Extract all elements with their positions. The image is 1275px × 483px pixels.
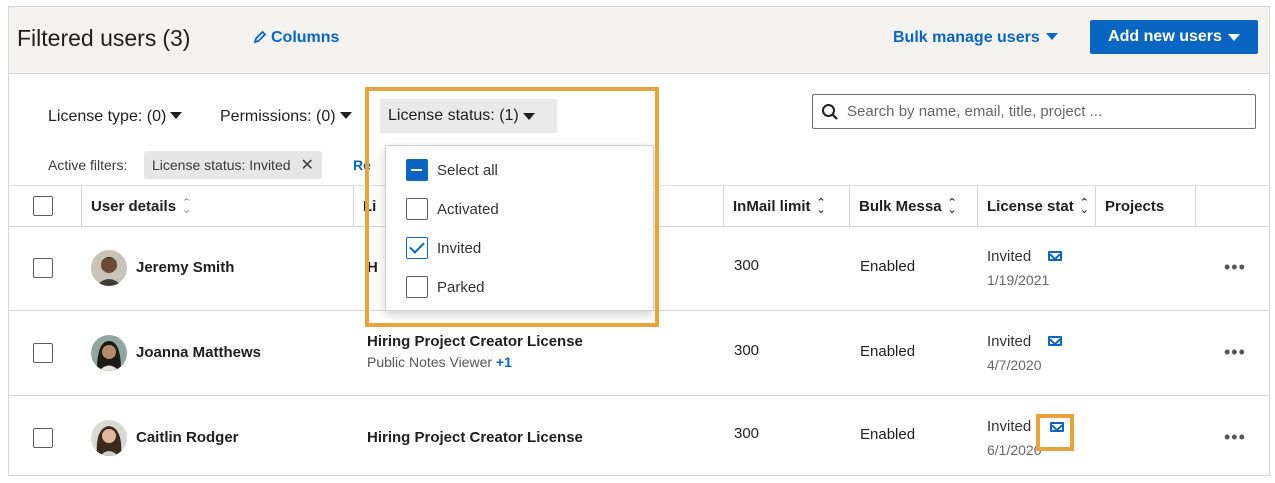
column-inmail-label: InMail limit [733, 198, 811, 215]
caret-down-icon [1227, 33, 1240, 41]
page-header: Filtered users (3) Columns Bulk manage us… [9, 7, 1269, 74]
license-type-label: License type: [48, 108, 143, 125]
license-status-dropdown: Select all Activated Invited Parked [385, 145, 654, 311]
more-options-icon[interactable]: ••• [1224, 342, 1246, 363]
search-box[interactable] [812, 94, 1256, 129]
option-label: Activated [437, 200, 499, 218]
column-bulk-messages[interactable]: Bulk Messa ⌃ ⌄ [849, 186, 977, 227]
column-license-status-label: License stat [987, 198, 1074, 215]
indeterminate-checkbox[interactable] [406, 159, 428, 181]
license-name: H [367, 259, 378, 276]
active-filter-chip: License status: Invited ✕ [144, 151, 322, 179]
option-label: Invited [437, 239, 482, 257]
columns-button[interactable]: Columns [253, 29, 339, 47]
select-all-rows-checkbox[interactable] [33, 196, 53, 216]
page-title: Filtered users (3) [17, 25, 190, 52]
column-bulk-label: Bulk Messa [859, 198, 942, 215]
mail-icon[interactable] [1050, 422, 1064, 432]
search-input[interactable] [847, 103, 1247, 120]
column-user-details-label: User details [91, 198, 177, 215]
table-row[interactable]: Joanna Matthews Hiring Project Creator L… [9, 312, 1269, 396]
license-status-filter[interactable]: License status: (1) [380, 99, 557, 133]
bulk-manage-users-button[interactable]: Bulk manage users [893, 29, 1058, 47]
user-name[interactable]: Jeremy Smith [136, 259, 234, 276]
license-name: Hiring Project Creator License [367, 429, 583, 446]
option-label: Select all [437, 161, 498, 179]
users-panel: Filtered users (3) Columns Bulk manage us… [8, 6, 1270, 476]
caret-down-icon [339, 112, 352, 119]
inmail-limit: 300 [734, 257, 760, 274]
license-status: Invited [987, 333, 1032, 350]
column-divider [1195, 186, 1196, 227]
user-count: (3) [162, 25, 191, 51]
unchecked-checkbox[interactable] [406, 276, 428, 298]
avatar [91, 250, 127, 286]
more-options-icon[interactable]: ••• [1224, 427, 1246, 448]
license-status: Invited [987, 418, 1032, 435]
active-filter-chip-label: License status: Invited [152, 157, 291, 173]
permissions-label: Permissions: [220, 108, 312, 125]
table-row[interactable]: Caitlin Rodger Hiring Project Creator Li… [9, 397, 1269, 475]
column-user-details[interactable]: User details ⌃ ⌄ [81, 186, 353, 227]
option-label: Parked [437, 278, 485, 296]
column-projects[interactable]: Projects [1095, 186, 1195, 227]
unchecked-checkbox[interactable] [406, 198, 428, 220]
bulk-manage-label: Bulk manage users [893, 29, 1040, 46]
mail-icon[interactable] [1048, 251, 1062, 261]
column-license-status[interactable]: License stat ⌃ ⌄ [977, 186, 1095, 227]
sort-icon: ⌃ ⌄ [182, 196, 192, 216]
pencil-icon [253, 30, 267, 44]
activated-option[interactable]: Activated [406, 198, 499, 220]
license-type-filter[interactable]: License type: (0) [48, 108, 183, 126]
active-filters-label: Active filters: [48, 157, 128, 173]
sort-icon: ⌃ ⌄ [1079, 196, 1089, 216]
status-date: 4/7/2020 [987, 357, 1042, 373]
column-projects-label: Projects [1105, 198, 1165, 215]
user-name[interactable]: Joanna Matthews [136, 344, 261, 361]
row-checkbox[interactable] [33, 343, 53, 363]
sort-icon: ⌃ ⌄ [816, 196, 826, 216]
invited-option[interactable]: Invited [406, 237, 481, 259]
license-status-label: License status: [388, 107, 495, 124]
row-checkbox[interactable] [33, 258, 53, 278]
row-checkbox[interactable] [33, 428, 53, 448]
page-title-text: Filtered users [17, 25, 157, 51]
add-users-label: Add new users [1108, 28, 1222, 45]
status-date: 1/19/2021 [987, 272, 1050, 288]
license-secondary-label: Public Notes Viewer [367, 354, 493, 370]
caret-down-icon [522, 112, 535, 120]
column-license-label: Li [363, 198, 377, 215]
caret-down-icon [1045, 33, 1058, 40]
sort-icon: ⌃ ⌄ [947, 196, 957, 216]
avatar [91, 335, 127, 371]
more-licenses-link[interactable]: +1 [496, 354, 512, 370]
status-date: 6/1/2020 [987, 442, 1042, 458]
column-inmail-limit[interactable]: InMail limit ⌃ ⌄ [723, 186, 849, 227]
avatar [91, 420, 127, 456]
license-name: Hiring Project Creator License [367, 333, 583, 350]
user-name[interactable]: Caitlin Rodger [136, 429, 239, 446]
add-new-users-button[interactable]: Add new users [1090, 20, 1258, 54]
permissions-count: (0) [316, 108, 336, 125]
bulk-messages-status: Enabled [860, 343, 916, 360]
checked-checkbox[interactable] [406, 237, 428, 259]
inmail-limit: 300 [734, 342, 760, 359]
remove-filter-icon[interactable]: ✕ [301, 155, 314, 175]
select-all-option[interactable]: Select all [406, 159, 498, 181]
parked-option[interactable]: Parked [406, 276, 485, 298]
license-status-count: (1) [499, 107, 519, 124]
inmail-limit: 300 [734, 425, 760, 442]
license-status: Invited [987, 248, 1032, 265]
search-icon [822, 103, 838, 120]
mail-icon[interactable] [1048, 336, 1062, 346]
reset-filters-link[interactable]: Re [353, 157, 371, 173]
caret-down-icon [170, 112, 183, 119]
permissions-filter[interactable]: Permissions: (0) [220, 108, 352, 126]
license-secondary: Public Notes Viewer +1 [367, 354, 512, 370]
bulk-messages-status: Enabled [860, 258, 916, 275]
bulk-messages-status: Enabled [860, 426, 916, 443]
more-options-icon[interactable]: ••• [1224, 257, 1246, 278]
columns-label: Columns [271, 29, 340, 46]
license-type-count: (0) [146, 108, 167, 125]
